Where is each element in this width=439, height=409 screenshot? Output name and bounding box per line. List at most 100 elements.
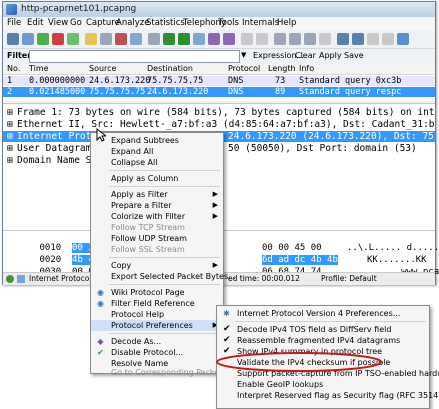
close-file-icon[interactable]	[115, 33, 127, 45]
menu-statistics[interactable]: Statistics	[146, 18, 185, 28]
menu-separator	[109, 284, 220, 285]
save-button[interactable]: Save	[344, 51, 364, 60]
restart-capture-icon[interactable]	[67, 33, 79, 45]
wireshark-app-icon	[6, 4, 17, 15]
filter-input[interactable]	[29, 50, 240, 63]
submenu-item-decode-tos[interactable]: ✔ Decode IPv4 TOS field as DiffServ field	[217, 324, 429, 335]
find-packet-icon[interactable]	[148, 33, 160, 45]
menu-item-export-selected-packet-bytes[interactable]: Export Selected Packet Bytes...	[91, 271, 236, 282]
options-icon[interactable]	[22, 33, 34, 45]
col-destination[interactable]: Destination	[147, 64, 193, 73]
menu-item-protocol-help[interactable]: Protocol Help	[91, 309, 223, 320]
packet-row-selected[interactable]: 2 0.021485000 75.75.75.75 24.6.173.220 D…	[3, 87, 435, 97]
menu-item-apply-as-column[interactable]: Apply as Column	[91, 173, 223, 184]
menu-item-go-to-corresponding-packet: Go to Corresponding Packet	[111, 368, 223, 377]
open-file-icon[interactable]	[85, 33, 97, 45]
checkmark-icon: ✔	[223, 324, 231, 334]
menu-file[interactable]: File	[7, 18, 21, 28]
menu-view[interactable]: View	[48, 18, 68, 28]
start-capture-icon[interactable]	[37, 33, 49, 45]
zoom-out-icon[interactable]	[289, 33, 301, 45]
submenu-item-ipv4-preferences[interactable]: ✱ Internet Protocol Version 4 Preferences…	[217, 308, 429, 319]
expand-icon[interactable]: ⊞	[7, 143, 13, 154]
col-info[interactable]: Info	[299, 64, 314, 73]
status-profile[interactable]: Profile: Default	[321, 274, 377, 283]
menu-item-disable-protocol[interactable]: ✔ Disable Protocol...	[91, 347, 223, 358]
go-to-packet-icon[interactable]	[193, 33, 205, 45]
col-protocol[interactable]: Protocol	[228, 64, 260, 73]
menu-edit[interactable]: Edit	[27, 18, 43, 28]
packet-list: No. Time Source Destination Protocol Len…	[3, 64, 435, 101]
packet-list-header: No. Time Source Destination Protocol Len…	[3, 64, 435, 75]
menu-item-filter-field-reference[interactable]: ◉ Filter Field Reference	[91, 298, 223, 309]
go-forward-icon[interactable]	[178, 33, 190, 45]
status-indicator-icon[interactable]	[6, 275, 14, 283]
col-source[interactable]: Source	[89, 64, 116, 73]
detail-row-frame[interactable]: ⊞ Frame 1: 73 bytes on wire (584 bits), …	[3, 107, 435, 118]
normal-size-icon[interactable]	[304, 33, 316, 45]
submenu-item-reserved-flag[interactable]: Interpret Reserved flag as Security flag…	[217, 390, 439, 401]
detail-row-ethernet[interactable]: ⊞ Ethernet II, Src: Hewlett-_a7:bf:a3 (d…	[3, 119, 435, 130]
globe-icon: ◉	[97, 288, 104, 297]
title-bar: http-pcaprnet101.pcapng	[3, 2, 435, 17]
expand-icon[interactable]: ⊞	[7, 107, 13, 118]
apply-button[interactable]: Apply	[319, 51, 342, 60]
menu-help[interactable]: Help	[277, 18, 296, 28]
window-title: http-pcaprnet101.pcapng	[21, 4, 137, 14]
autoscroll-icon[interactable]	[256, 33, 268, 45]
capture-filters-icon[interactable]	[337, 33, 349, 45]
menu-separator	[109, 333, 220, 334]
expand-icon[interactable]: ⊞	[7, 131, 13, 142]
last-packet-icon[interactable]	[223, 33, 235, 45]
menu-item-apply-as-filter[interactable]: Apply as Filter ▶	[91, 189, 223, 200]
reload-icon[interactable]	[130, 33, 142, 45]
menu-item-collapse-all[interactable]: Collapse All	[91, 157, 223, 168]
menu-bar: File Edit View Go Capture Analyze Statis…	[3, 17, 435, 30]
menu-item-decode-as[interactable]: ◆ Decode As...	[91, 336, 223, 347]
preferences-icon[interactable]	[382, 33, 394, 45]
menu-capture[interactable]: Capture	[86, 18, 120, 28]
expert-info-icon[interactable]	[17, 275, 25, 283]
submenu-arrow-icon: ▶	[212, 212, 218, 220]
menu-item-protocol-preferences[interactable]: Protocol Preferences▶	[91, 320, 223, 331]
menu-item-expand-all[interactable]: Expand All	[91, 146, 223, 157]
save-file-icon[interactable]	[100, 33, 112, 45]
go-back-icon[interactable]	[163, 33, 175, 45]
coloring-rules-icon[interactable]	[367, 33, 379, 45]
clear-button[interactable]: Clear	[295, 51, 316, 60]
menu-item-copy[interactable]: Copy ▶	[91, 260, 223, 271]
menu-internals[interactable]: Internals	[242, 18, 279, 28]
menu-tools[interactable]: Tools	[218, 18, 239, 28]
mouse-cursor-icon	[96, 128, 106, 142]
packet-row[interactable]: 1 0.000000000 24.6.173.220 75.75.75.75 D…	[3, 76, 435, 86]
col-time[interactable]: Time	[29, 64, 49, 73]
submenu-item-geoip[interactable]: Enable GeoIP lookups	[217, 379, 429, 390]
menu-item-colorize-with-filter[interactable]: Colorize with Filter ▶	[91, 211, 223, 222]
menu-item-expand-subtrees[interactable]: Expand Subtrees	[91, 135, 223, 146]
menu-item-follow-udp-stream[interactable]: Follow UDP Stream	[91, 233, 223, 244]
annotation-circle	[216, 352, 382, 372]
submenu-arrow-icon: ▶	[212, 261, 218, 269]
first-packet-icon[interactable]	[208, 33, 220, 45]
zoom-in-icon[interactable]	[274, 33, 286, 45]
filter-dropdown-icon[interactable]: ▼	[241, 51, 246, 59]
colorize-icon[interactable]	[241, 33, 253, 45]
expand-icon[interactable]: ⊞	[7, 119, 13, 130]
menu-analyze[interactable]: Analyze	[116, 18, 150, 28]
help-icon[interactable]	[397, 33, 409, 45]
submenu-arrow-icon: ▶	[212, 190, 218, 198]
expand-icon[interactable]: ⊞	[7, 155, 13, 166]
display-filters-icon[interactable]	[352, 33, 364, 45]
menu-item-wiki-protocol-page[interactable]: ◉ Wiki Protocol Page	[91, 287, 223, 298]
menu-go[interactable]: Go	[70, 18, 82, 28]
menu-item-prepare-a-filter[interactable]: Prepare a Filter ▶	[91, 200, 223, 211]
col-no[interactable]: No.	[7, 64, 20, 73]
checkmark-icon: ✔	[223, 335, 231, 345]
submenu-item-reassemble-fragments[interactable]: ✔ Reassemble fragmented IPv4 datagrams	[217, 335, 429, 346]
stop-capture-icon[interactable]	[52, 33, 64, 45]
menu-item-follow-tcp-stream: Follow TCP Stream	[111, 223, 185, 232]
interfaces-icon[interactable]	[7, 33, 19, 45]
col-length[interactable]: Length	[268, 64, 296, 73]
decode-icon: ◆	[97, 337, 104, 346]
resize-columns-icon[interactable]	[319, 33, 331, 45]
